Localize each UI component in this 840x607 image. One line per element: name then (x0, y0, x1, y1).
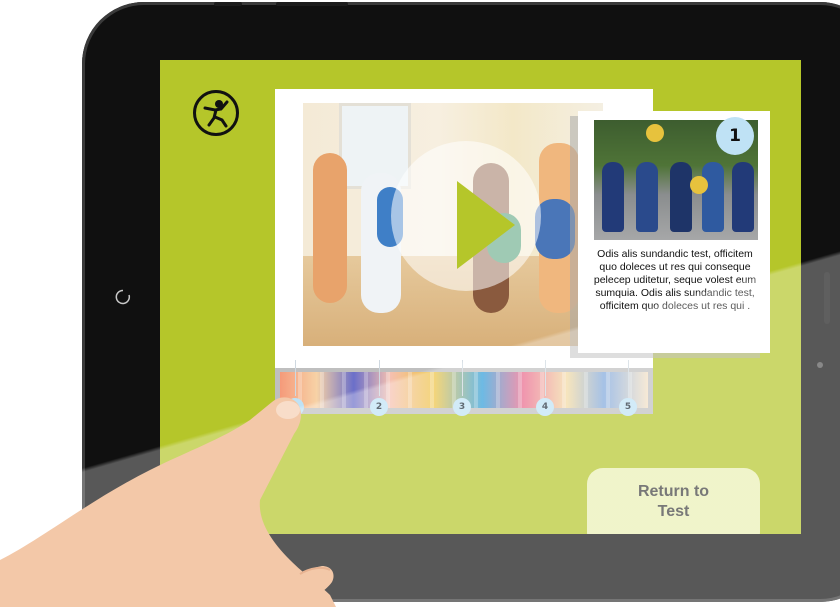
volume-button (214, 2, 242, 6)
home-button-icon[interactable] (114, 288, 132, 306)
return-button-line2: Test (657, 503, 690, 520)
return-button-line1: Return to (637, 483, 710, 500)
video-timeline[interactable]: 1 2 3 4 5 (275, 360, 653, 416)
play-icon[interactable] (457, 181, 515, 269)
return-to-test-button[interactable]: Return to Test (587, 468, 760, 534)
dancer-logo-icon[interactable] (193, 90, 239, 136)
timeline-marker-5[interactable]: 5 (619, 398, 637, 416)
info-card-text: Odis alis sundandic test, officitem quo … (593, 248, 757, 312)
timeline-marker-1[interactable]: 1 (286, 398, 304, 416)
timeline-marker-2[interactable]: 2 (370, 398, 388, 416)
step-number-badge: 1 (716, 117, 754, 155)
power-button (276, 2, 348, 6)
video-thumbnail[interactable] (303, 103, 603, 346)
timeline-marker-4[interactable]: 4 (536, 398, 554, 416)
side-handle (824, 272, 830, 324)
app-screen: 1 2 3 4 5 1 Odis alis sundandic test, of… (160, 60, 801, 534)
timeline-marker-3[interactable]: 3 (453, 398, 471, 416)
info-card: 1 Odis alis sundandic test, officitem qu… (578, 111, 770, 353)
side-dot (817, 362, 823, 368)
